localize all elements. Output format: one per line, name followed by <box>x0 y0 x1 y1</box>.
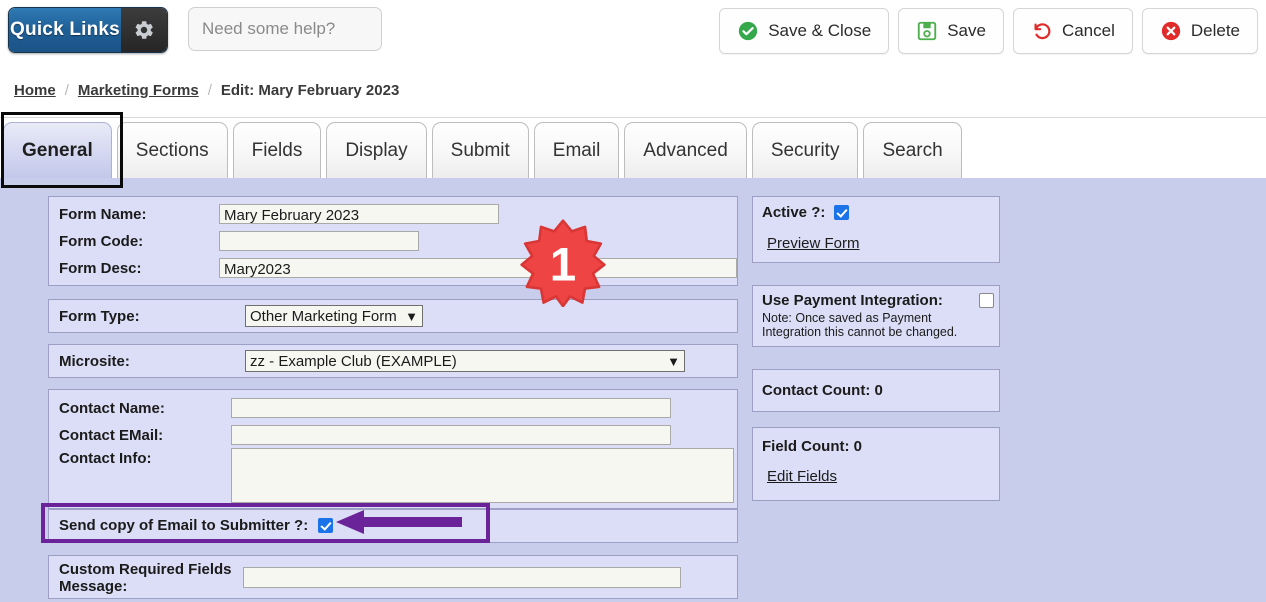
tab-sections[interactable]: Sections <box>116 122 228 178</box>
active-label: Active ?: <box>762 204 826 221</box>
microsite-panel: Microsite: zz - Example Club (EXAMPLE) ▼ <box>48 344 738 378</box>
form-identity-panel: Form Name: Mary February 2023 Form Code:… <box>48 196 738 286</box>
breadcrumb-home[interactable]: Home <box>14 82 56 99</box>
tab-security[interactable]: Security <box>751 122 859 178</box>
tab-submit[interactable]: Submit <box>431 122 529 178</box>
tab-fields[interactable]: Fields <box>232 122 322 178</box>
form-type-select[interactable]: Other Marketing Form ▼ <box>245 305 423 327</box>
custom-required-input[interactable] <box>243 567 681 588</box>
preview-form-link[interactable]: Preview Form <box>767 235 860 252</box>
payment-integration-label: Use Payment Integration: <box>762 292 943 309</box>
form-code-input[interactable] <box>219 231 419 251</box>
breadcrumb-separator: / <box>64 82 69 99</box>
form-type-label: Form Type: <box>59 307 140 325</box>
contact-count-label: Contact Count: 0 <box>762 382 883 399</box>
active-checkbox[interactable] <box>834 205 850 220</box>
breadcrumb: Home / Marketing Forms / Edit: Mary Febr… <box>0 64 1266 118</box>
quick-links-label: Quick Links <box>9 8 121 52</box>
tab-list: General Sections Fields Display Submit E… <box>3 118 967 178</box>
microsite-value: zz - Example Club (EXAMPLE) <box>250 352 457 370</box>
contact-info-textarea[interactable] <box>231 448 734 503</box>
custom-required-label: Custom Required Fields Message: <box>59 561 232 595</box>
tab-search[interactable]: Search <box>863 122 962 178</box>
page-root: Quick Links Need some help? Save & Close <box>0 0 1266 602</box>
save-and-close-button[interactable]: Save & Close <box>719 8 890 54</box>
undo-arrow-icon <box>1031 20 1053 42</box>
cancel-label: Cancel <box>1061 21 1115 40</box>
custom-required-panel: Custom Required Fields Message: <box>48 555 738 599</box>
delete-label: Delete <box>1190 21 1240 40</box>
form-desc-label: Form Desc: <box>59 259 142 277</box>
microsite-select[interactable]: zz - Example Club (EXAMPLE) ▼ <box>245 350 685 372</box>
active-panel: Active ?: Preview Form <box>752 196 1000 263</box>
form-code-label: Form Code: <box>59 232 144 250</box>
save-button[interactable]: Save <box>898 8 1004 54</box>
contact-name-label: Contact Name: <box>59 399 165 417</box>
toolbar-actions: Save & Close Save Cancel Delete <box>719 8 1258 54</box>
form-name-label: Form Name: <box>59 205 147 223</box>
contact-email-label: Contact EMail: <box>59 426 164 444</box>
form-desc-input[interactable]: Mary2023 <box>219 258 737 278</box>
payment-integration-note: Note: Once saved as Payment Integration … <box>762 311 958 339</box>
chevron-down-icon: ▼ <box>405 308 418 324</box>
contact-panel: Contact Name: Contact EMail: Contact Inf… <box>48 389 738 509</box>
tab-general[interactable]: General <box>3 122 112 178</box>
chevron-down-icon: ▼ <box>667 353 680 369</box>
save-label: Save <box>947 21 986 40</box>
send-copy-checkbox[interactable] <box>318 518 334 533</box>
contact-count-panel: Contact Count: 0 <box>752 369 1000 412</box>
contact-name-input[interactable] <box>231 398 671 418</box>
floppy-disk-icon <box>916 20 938 42</box>
gear-icon[interactable] <box>121 8 167 52</box>
send-copy-panel: Send copy of Email to Submitter ?: <box>48 509 738 543</box>
quick-links-button[interactable]: Quick Links <box>8 7 168 53</box>
payment-integration-checkbox[interactable] <box>979 293 994 308</box>
payment-integration-panel: Use Payment Integration: Note: Once save… <box>752 285 1000 347</box>
field-count-label: Field Count: 0 <box>762 438 862 455</box>
delete-button[interactable]: Delete <box>1141 8 1258 54</box>
search-input[interactable]: Need some help? <box>188 7 382 51</box>
save-and-close-label: Save & Close <box>768 21 872 40</box>
check-circle-icon <box>737 20 759 42</box>
contact-info-label: Contact Info: <box>59 450 152 467</box>
contact-email-input[interactable] <box>231 425 671 445</box>
breadcrumb-separator-2: / <box>207 82 212 99</box>
tab-display[interactable]: Display <box>326 122 427 178</box>
top-toolbar: Quick Links Need some help? Save & Close <box>0 0 1266 65</box>
breadcrumb-marketing-forms[interactable]: Marketing Forms <box>78 82 199 99</box>
tab-email[interactable]: Email <box>533 122 620 178</box>
breadcrumb-current: Edit: Mary February 2023 <box>220 82 400 99</box>
tab-bar: General Sections Fields Display Submit E… <box>0 118 1266 178</box>
field-count-panel: Field Count: 0 Edit Fields <box>752 427 1000 501</box>
form-type-value: Other Marketing Form <box>250 307 397 325</box>
microsite-label: Microsite: <box>59 352 130 370</box>
form-name-input[interactable]: Mary February 2023 <box>219 204 499 224</box>
send-copy-label: Send copy of Email to Submitter ?: <box>59 517 309 534</box>
form-type-panel: Form Type: Other Marketing Form ▼ <box>48 299 738 333</box>
tab-advanced[interactable]: Advanced <box>624 122 747 178</box>
edit-fields-link[interactable]: Edit Fields <box>767 468 837 485</box>
x-circle-icon <box>1160 20 1182 42</box>
cancel-button[interactable]: Cancel <box>1012 8 1133 54</box>
